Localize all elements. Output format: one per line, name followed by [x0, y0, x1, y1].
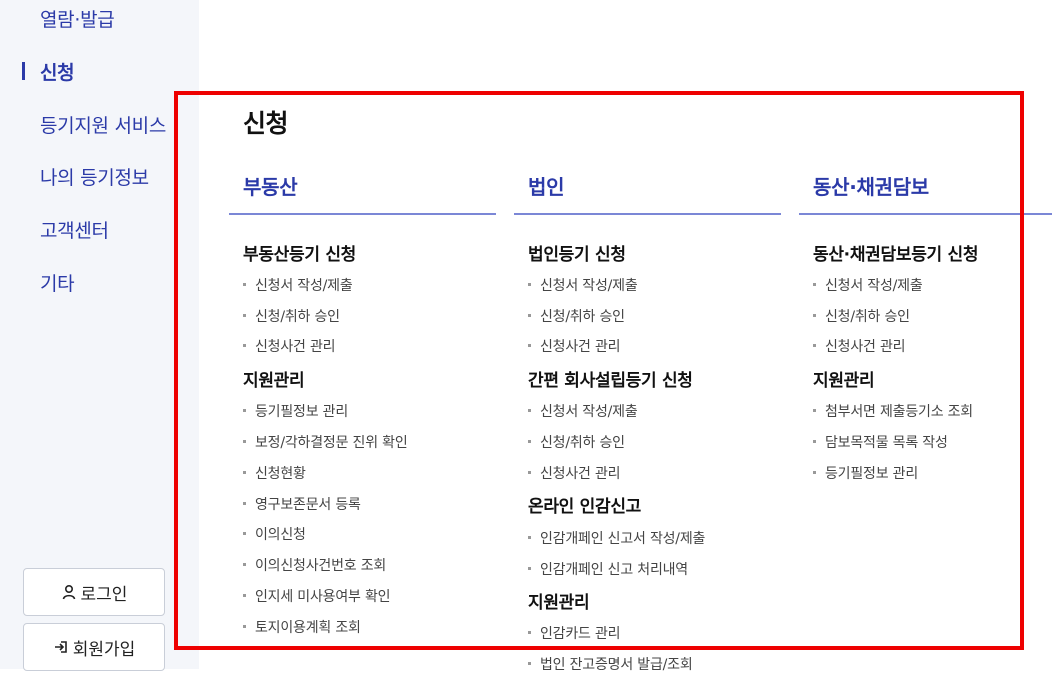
menu-link[interactable]: 등기필정보 관리 — [243, 401, 348, 421]
menu-link[interactable]: 인감카드 관리 — [528, 623, 621, 643]
menu-link[interactable]: 담보목적물 목록 작성 — [813, 432, 948, 452]
column-heading[interactable]: 동산·채권담보 — [813, 175, 929, 200]
sidebar-item-support-service[interactable]: 등기지원 서비스 — [40, 111, 166, 138]
menu-link[interactable]: 법인 잔고증명서 발급/조회 — [528, 654, 693, 674]
menu-link[interactable]: 신청/취하 승인 — [528, 306, 625, 326]
sidebar-item-view-issue[interactable]: 열람·발급 — [40, 5, 115, 32]
menu-link[interactable]: 신청/취하 승인 — [813, 306, 910, 326]
sidebar-item-apply[interactable]: 신청 — [40, 58, 75, 85]
column-movable-collateral: 동산·채권담보 — [813, 175, 929, 213]
menu-link[interactable]: 이의신청사건번호 조회 — [243, 555, 386, 575]
column-divider — [799, 213, 1052, 215]
sidebar-item-customer-center[interactable]: 고객센터 — [40, 216, 109, 243]
column-divider — [514, 213, 781, 215]
group-title[interactable]: 부동산등기 신청 — [243, 240, 356, 265]
active-indicator — [22, 62, 25, 80]
column-real-estate: 부동산 — [243, 175, 298, 213]
menu-link[interactable]: 영구보존문서 등록 — [243, 494, 361, 514]
menu-link[interactable]: 보정/각하결정문 진위 확인 — [243, 432, 408, 452]
menu-link[interactable]: 인감개페인 신고 처리내역 — [528, 559, 688, 579]
signup-label: 회원가입 — [72, 639, 136, 660]
column-corporation: 법인 — [528, 175, 565, 213]
login-label: 로그인 — [80, 584, 128, 605]
user-icon — [62, 584, 75, 600]
column-heading[interactable]: 법인 — [528, 175, 565, 200]
menu-link[interactable]: 토지이용계획 조회 — [243, 617, 361, 637]
signup-button[interactable]: 회원가입 — [23, 623, 165, 671]
column-divider — [229, 213, 496, 215]
menu-link[interactable]: 인감개페인 신고서 작성/제출 — [528, 528, 705, 548]
menu-link[interactable]: 신청현황 — [243, 463, 306, 483]
group-title[interactable]: 지원관리 — [243, 366, 305, 391]
sidebar: 열람·발급 신청 등기지원 서비스 나의 등기정보 고객센터 기타 로그인 회원… — [0, 0, 199, 671]
group-title[interactable]: 동산·채권담보등기 신청 — [813, 240, 978, 265]
group-title[interactable]: 법인등기 신청 — [528, 240, 626, 265]
group-title[interactable]: 간편 회사설립등기 신청 — [528, 366, 693, 391]
group-title[interactable]: 온라인 인감신고 — [528, 492, 641, 517]
menu-link[interactable]: 신청/취하 승인 — [528, 432, 625, 452]
menu-link[interactable]: 첨부서면 제출등기소 조회 — [813, 401, 973, 421]
menu-link[interactable]: 신청/취하 승인 — [243, 306, 340, 326]
sidebar-item-etc[interactable]: 기타 — [40, 269, 75, 296]
login-button[interactable]: 로그인 — [23, 568, 165, 616]
menu-link[interactable]: 신청서 작성/제출 — [243, 275, 353, 295]
column-heading[interactable]: 부동산 — [243, 175, 298, 200]
menu-link[interactable]: 신청사건 관리 — [528, 336, 621, 356]
menu-link[interactable]: 신청서 작성/제출 — [813, 275, 923, 295]
menu-link[interactable]: 이의신청 — [243, 524, 306, 544]
menu-link[interactable]: 신청사건 관리 — [813, 336, 906, 356]
group-title[interactable]: 지원관리 — [813, 366, 875, 391]
group-title[interactable]: 지원관리 — [528, 588, 590, 613]
menu-link[interactable]: 신청사건 관리 — [243, 336, 336, 356]
sidebar-item-my-registry[interactable]: 나의 등기정보 — [40, 163, 149, 190]
menu-link[interactable]: 신청서 작성/제출 — [528, 401, 638, 421]
menu-link[interactable]: 등기필정보 관리 — [813, 463, 918, 483]
menu-link[interactable]: 신청사건 관리 — [528, 463, 621, 483]
signup-icon — [54, 641, 67, 653]
menu-link[interactable]: 신청서 작성/제출 — [528, 275, 638, 295]
page-title: 신청 — [243, 109, 289, 138]
menu-link[interactable]: 인지세 미사용여부 확인 — [243, 586, 391, 606]
